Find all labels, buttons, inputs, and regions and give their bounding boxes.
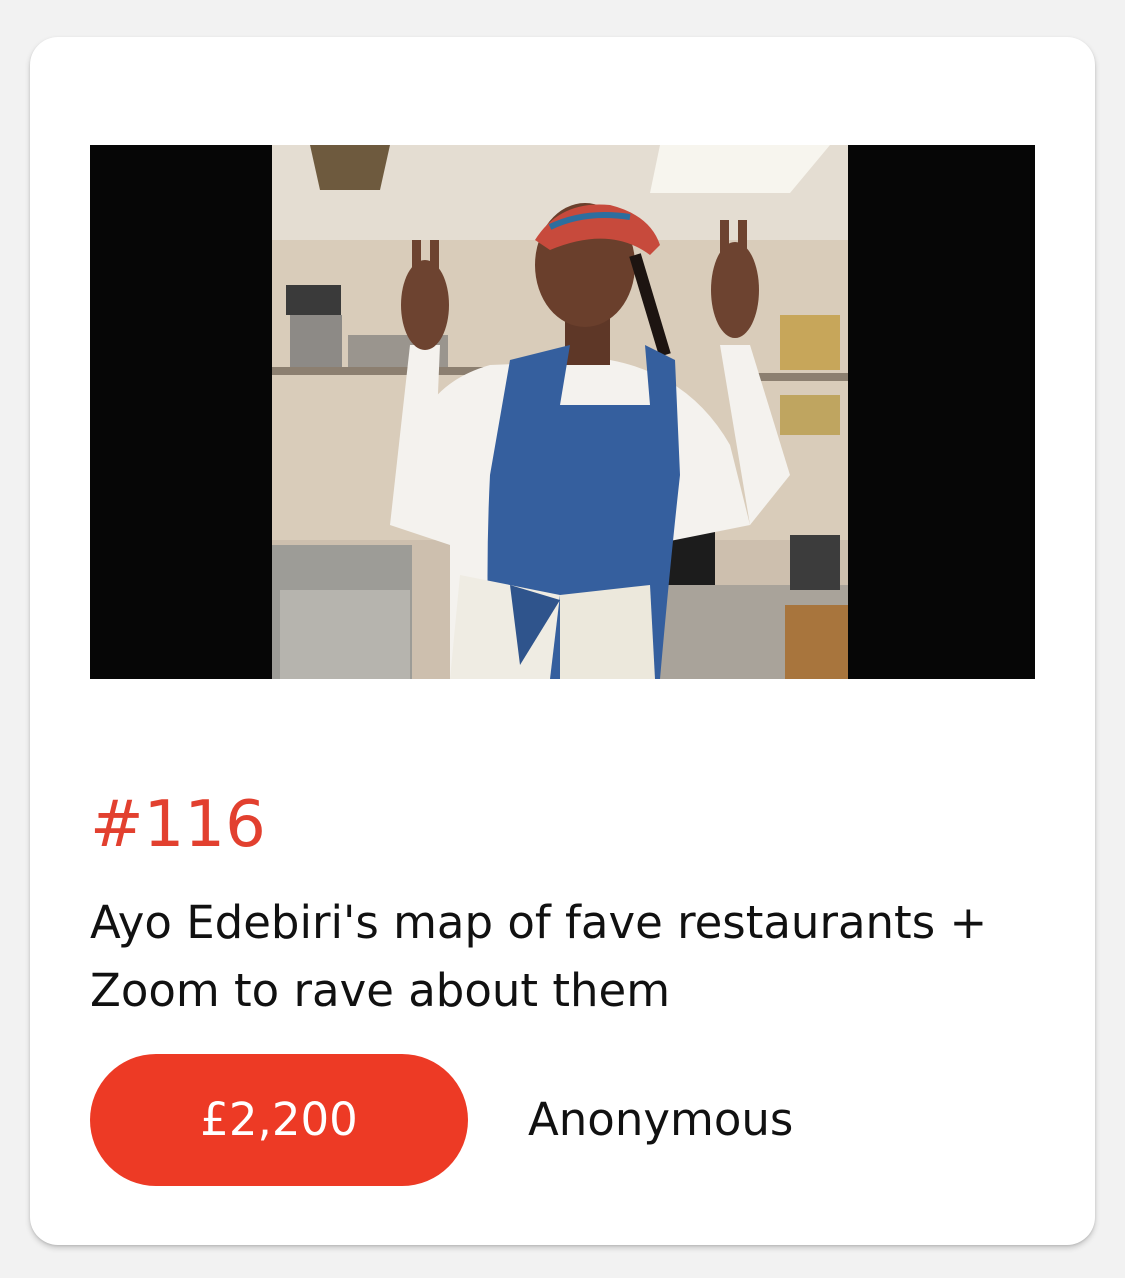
current-bid-button[interactable]: £2,200 xyxy=(90,1054,468,1186)
bidder-name: Anonymous xyxy=(528,1093,794,1146)
lot-title[interactable]: Ayo Edebiri's map of fave restaurants + … xyxy=(90,889,1050,1025)
lot-photo[interactable] xyxy=(90,145,1035,679)
lot-photo-illustration xyxy=(90,145,1035,679)
lot-number: #116 xyxy=(90,788,266,862)
auction-lot-card[interactable]: #116 Ayo Edebiri's map of fave restauran… xyxy=(30,37,1095,1245)
